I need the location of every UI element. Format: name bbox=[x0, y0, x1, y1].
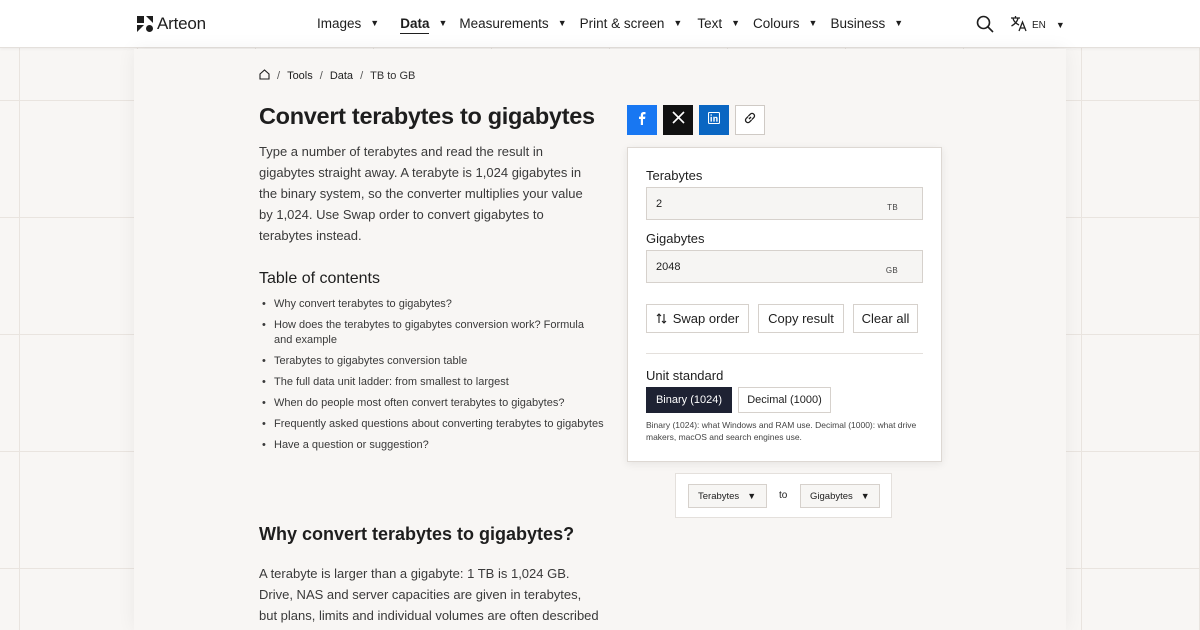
home-icon[interactable] bbox=[259, 69, 270, 83]
caret-down-icon: ▼ bbox=[747, 491, 757, 501]
toc-title: Table of contents bbox=[259, 270, 380, 287]
gigabytes-label: Gigabytes bbox=[646, 231, 705, 246]
caret-down-icon: ▼ bbox=[370, 18, 380, 28]
terabytes-label: Terabytes bbox=[646, 168, 703, 183]
breadcrumb-separator: / bbox=[277, 70, 281, 82]
logo-icon bbox=[137, 16, 153, 32]
decimal-option[interactable]: Decimal (1000) bbox=[738, 387, 831, 413]
swap-order-button[interactable]: Swap order bbox=[646, 304, 749, 333]
share-buttons bbox=[627, 105, 765, 135]
caret-down-icon: ▼ bbox=[860, 491, 870, 501]
toc-item[interactable]: Why convert terabytes to gigabytes? bbox=[262, 297, 604, 312]
table-of-contents: Why convert terabytes to gigabytes? How … bbox=[262, 297, 604, 459]
nav-item-label: Print & screen bbox=[579, 16, 665, 31]
share-linkedin-button[interactable] bbox=[699, 105, 729, 135]
to-unit-value: Gigabytes bbox=[810, 490, 853, 502]
link-icon bbox=[743, 111, 757, 130]
binary-option[interactable]: Binary (1024) bbox=[646, 387, 732, 413]
toc-item[interactable]: Frequently asked questions about convert… bbox=[262, 417, 604, 432]
breadcrumb-separator: / bbox=[319, 70, 323, 82]
clear-all-button[interactable]: Clear all bbox=[853, 304, 918, 333]
from-unit-dropdown[interactable]: Terabytes ▼ bbox=[688, 484, 767, 508]
section-body: A terabyte is larger than a gigabyte: 1 … bbox=[259, 566, 599, 630]
binary-option-label: Binary (1024) bbox=[655, 394, 723, 406]
breadcrumb-tools[interactable]: Tools bbox=[287, 70, 313, 82]
nav-item-label: Colours bbox=[753, 16, 800, 31]
divider bbox=[646, 353, 923, 354]
intro-text: Type a number of terabytes and read the … bbox=[259, 144, 583, 243]
toc-item[interactable]: The full data unit ladder: from smallest… bbox=[262, 375, 604, 390]
caret-down-icon: ▼ bbox=[894, 18, 904, 28]
caret-down-icon: ▼ bbox=[1055, 20, 1065, 30]
caret-down-icon: ▼ bbox=[673, 18, 683, 28]
decimal-option-label: Decimal (1000) bbox=[747, 394, 822, 406]
facebook-icon bbox=[636, 111, 648, 130]
terabytes-value: 2 bbox=[656, 198, 663, 210]
breadcrumb: / Tools / Data / TB to GB bbox=[259, 69, 415, 83]
nav-item-colours[interactable]: Colours ▼ bbox=[753, 16, 817, 34]
language-switcher[interactable]: EN ▼ bbox=[1010, 15, 1065, 35]
swap-order-label: Swap order bbox=[672, 311, 740, 326]
breadcrumb-separator: / bbox=[360, 70, 364, 82]
to-label: to bbox=[779, 490, 788, 501]
search-icon[interactable] bbox=[976, 15, 994, 38]
nav-item-label: Business bbox=[830, 16, 886, 31]
linkedin-icon bbox=[707, 111, 721, 129]
nav-item-label: Data bbox=[400, 16, 430, 34]
logo-text: Arteon bbox=[157, 14, 206, 33]
nav-item-label: Measurements bbox=[459, 16, 549, 31]
to-unit-dropdown[interactable]: Gigabytes ▼ bbox=[800, 484, 880, 508]
language-code: EN bbox=[1032, 19, 1046, 31]
gigabytes-value: 2048 bbox=[656, 261, 681, 273]
nav-item-print-screen[interactable]: Print & screen ▼ bbox=[580, 16, 683, 34]
nav-item-data[interactable]: Data ▼ bbox=[400, 16, 447, 34]
caret-down-icon: ▼ bbox=[731, 18, 741, 28]
breadcrumb-data[interactable]: Data bbox=[330, 70, 353, 82]
section-heading: Why convert terabytes to gigabytes? bbox=[259, 524, 575, 544]
share-facebook-button[interactable] bbox=[627, 105, 657, 135]
converter-card: Terabytes 2 TB Gigabytes 2048 GB Swap or… bbox=[627, 147, 942, 462]
terabytes-unit: TB bbox=[887, 203, 898, 212]
clear-all-label: Clear all bbox=[861, 311, 910, 326]
breadcrumb-current: TB to GB bbox=[370, 70, 416, 82]
nav-item-business[interactable]: Business ▼ bbox=[830, 16, 903, 34]
caret-down-icon: ▼ bbox=[808, 18, 818, 28]
terabytes-input[interactable]: 2 TB bbox=[646, 187, 923, 220]
main-nav: Images ▼ Data ▼ Measurements ▼ Print & s… bbox=[317, 16, 903, 34]
toc-item[interactable]: Have a question or suggestion? bbox=[262, 438, 604, 453]
nav-item-measurements[interactable]: Measurements ▼ bbox=[459, 16, 566, 34]
nav-item-label: Images bbox=[317, 16, 362, 31]
translate-icon bbox=[1010, 15, 1027, 35]
site-header: Arteon Images ▼ Data ▼ Measurements ▼ Pr… bbox=[0, 0, 1200, 48]
gigabytes-unit: GB bbox=[885, 266, 898, 275]
page-title: Convert terabytes to gigabytes bbox=[259, 103, 595, 129]
toc-item[interactable]: How does the terabytes to gigabytes conv… bbox=[262, 318, 604, 348]
x-icon bbox=[671, 111, 685, 129]
logo[interactable]: Arteon bbox=[137, 14, 206, 34]
toc-item[interactable]: When do people most often convert teraby… bbox=[262, 396, 604, 411]
copy-link-button[interactable] bbox=[735, 105, 765, 135]
caret-down-icon: ▼ bbox=[438, 18, 448, 28]
share-x-button[interactable] bbox=[663, 105, 693, 135]
toc-item[interactable]: Terabytes to gigabytes conversion table bbox=[262, 354, 604, 369]
nav-item-images[interactable]: Images ▼ bbox=[317, 16, 379, 34]
swap-icon bbox=[656, 313, 667, 324]
nav-item-label: Text bbox=[697, 16, 723, 31]
copy-result-button[interactable]: Copy result bbox=[758, 304, 844, 333]
from-unit-value: Terabytes bbox=[698, 490, 740, 502]
unit-standard-note: Binary (1024): what Windows and RAM use.… bbox=[646, 420, 917, 442]
caret-down-icon: ▼ bbox=[557, 18, 567, 28]
copy-result-label: Copy result bbox=[768, 311, 834, 326]
unit-selector: Terabytes ▼ to Gigabytes ▼ bbox=[675, 473, 892, 518]
nav-item-text[interactable]: Text ▼ bbox=[697, 16, 740, 34]
gigabytes-output[interactable]: 2048 GB bbox=[646, 250, 923, 283]
unit-standard-label: Unit standard bbox=[646, 368, 724, 383]
